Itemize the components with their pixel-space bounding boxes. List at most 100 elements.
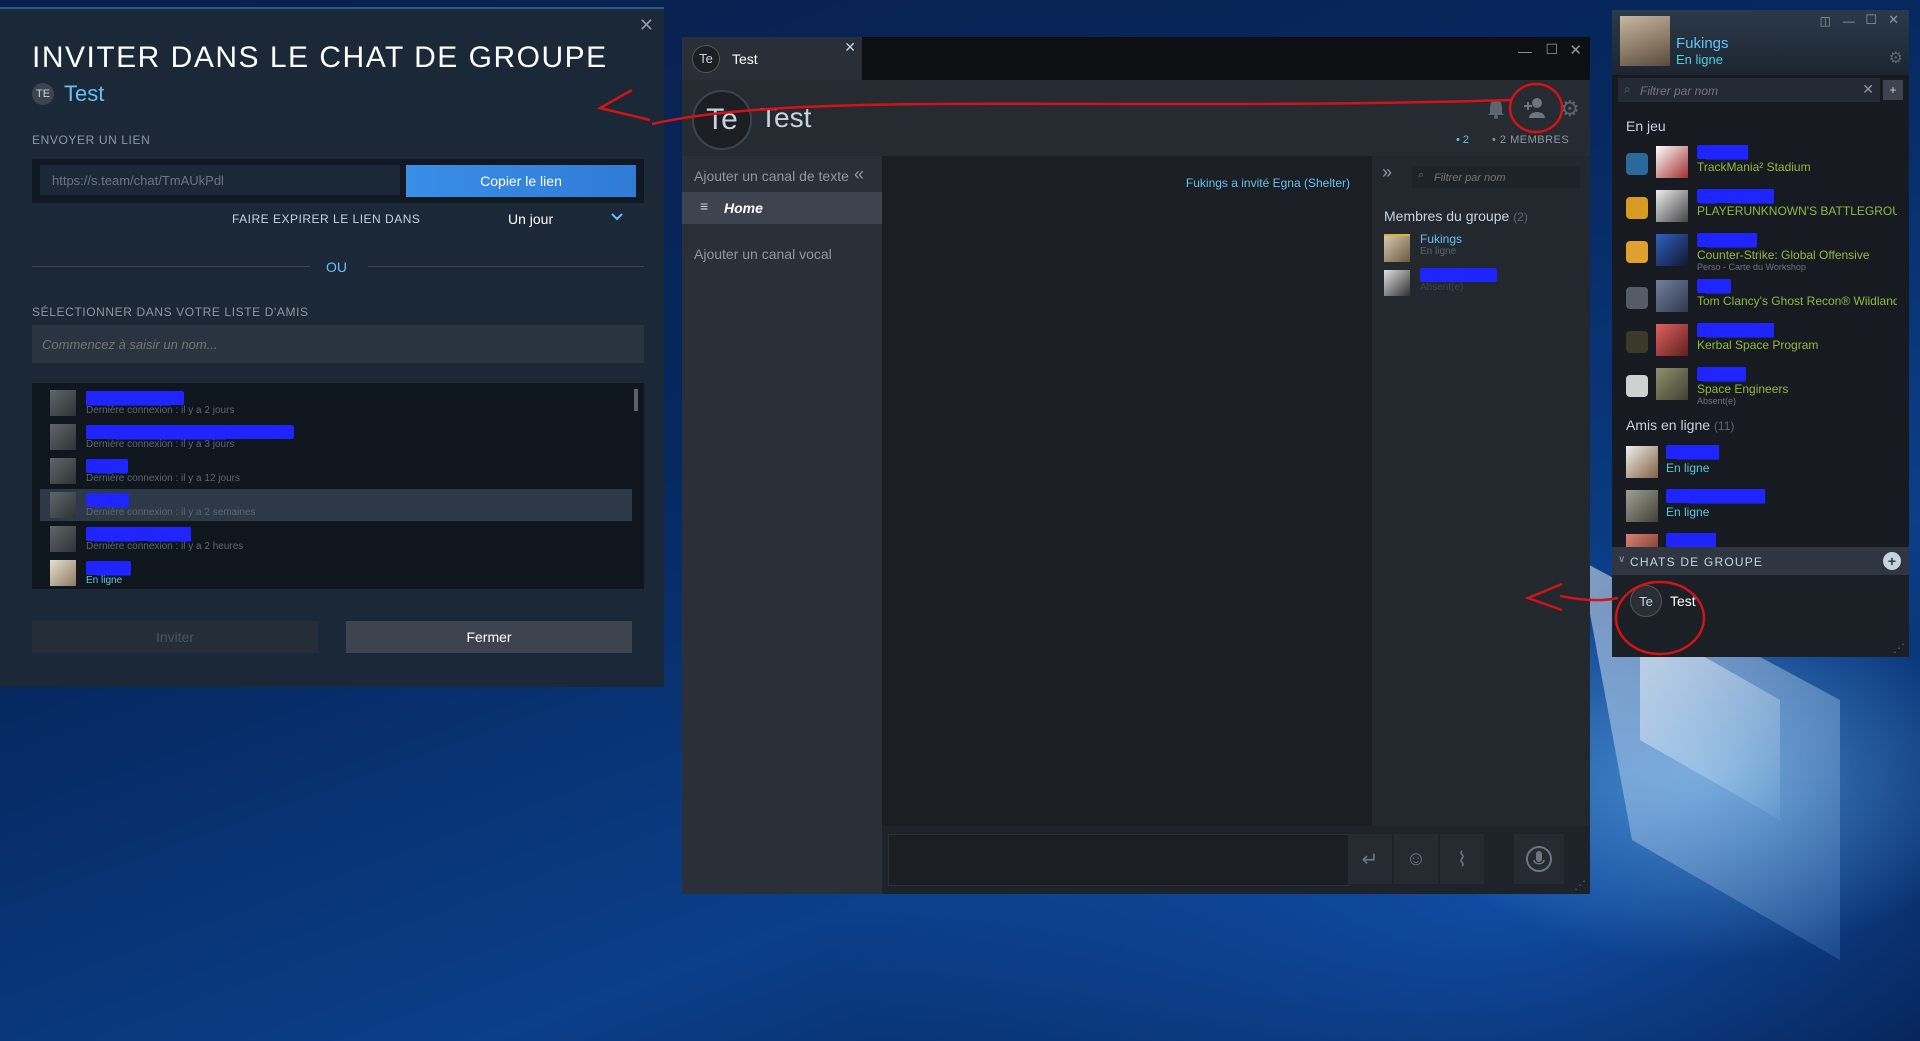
pin-icon[interactable]: ◫ xyxy=(1820,14,1831,28)
add-voice-channel[interactable]: Ajouter un canal vocal xyxy=(694,246,832,262)
send-link-label: ENVOYER UN LIEN xyxy=(32,133,151,147)
member-row[interactable]: Fukings En ligne xyxy=(1384,232,1584,264)
add-friend-icon[interactable]: + xyxy=(1883,80,1903,100)
minimize-icon[interactable]: — xyxy=(1518,43,1532,59)
channel-home-label: Home xyxy=(724,200,763,216)
friend-name: ██████████ne xyxy=(86,390,185,405)
clear-icon[interactable]: ✕ xyxy=(1862,81,1874,98)
online-header: Amis en ligne (11) xyxy=(1626,417,1734,433)
emoticon-icon[interactable]: ☺ xyxy=(1394,834,1438,884)
bell-icon[interactable] xyxy=(1486,98,1506,120)
tab-avatar: Te xyxy=(692,44,720,73)
member-status: Absent(e) xyxy=(1420,282,1464,293)
friend-avatar xyxy=(1656,280,1688,312)
group-name: Test xyxy=(64,81,105,106)
friend-game: Tom Clancy's Ghost Recon® Wildlands xyxy=(1697,294,1897,308)
friend-in-game[interactable]: J█████ Space Engineers Absent(e) xyxy=(1612,364,1909,406)
close-window-icon[interactable]: ✕ xyxy=(1569,41,1582,59)
friend-filter-input[interactable] xyxy=(1638,81,1852,101)
group-name: Test xyxy=(760,102,812,133)
friend-in-game[interactable]: C██████ Counter-Strike: Global Offensive… xyxy=(1612,230,1909,272)
friends-header: Fukings En ligne ◫ — ☐ ✕ ⚙ xyxy=(1612,10,1909,75)
friend-in-game[interactable]: i██ W█████ PLAYERUNKNOWN'S BATTLEGROUNDS xyxy=(1612,186,1909,228)
friend-row[interactable]: Al████ En ligne xyxy=(40,557,632,589)
resize-grip-icon[interactable]: ⋰ xyxy=(1893,641,1905,655)
friend-in-game[interactable]: P███ Tom Clancy's Ghost Recon® Wildlands xyxy=(1612,276,1909,318)
attach-icon[interactable]: ⌇ xyxy=(1440,834,1484,884)
expand-members-icon[interactable]: » xyxy=(1382,162,1392,183)
invite-link-field[interactable] xyxy=(40,165,400,195)
invite-friend-icon[interactable] xyxy=(1522,96,1548,120)
close-icon[interactable]: ✕ xyxy=(1888,12,1899,28)
group-avatar-large: Te xyxy=(692,90,752,150)
resize-grip-icon[interactable]: ⋰ xyxy=(1574,878,1586,892)
add-text-channel[interactable]: Ajouter un canal de texte xyxy=(694,168,849,184)
group-chat-item[interactable]: Te Test xyxy=(1612,581,1909,621)
message-input[interactable] xyxy=(888,834,1350,886)
friend-status: Dernière connexion : il y a 2 jours xyxy=(86,404,235,416)
friend-row[interactable]: ██████████ne Dernière connexion : il y a … xyxy=(40,387,632,419)
scrollbar[interactable] xyxy=(634,389,638,411)
friend-avatar xyxy=(50,458,76,484)
friend-name: P███ xyxy=(1697,279,1731,293)
friend-row[interactable]: A█████ C█████ Dernière connexion : il y a… xyxy=(40,523,632,555)
channel-icon: ≡ xyxy=(700,198,709,214)
maximize-icon[interactable]: ☐ xyxy=(1865,12,1877,28)
close-icon[interactable]: ✕ xyxy=(639,15,654,36)
close-tab-icon[interactable]: ✕ xyxy=(844,39,856,56)
add-group-chat-icon[interactable]: + xyxy=(1883,552,1901,570)
member-status: En ligne xyxy=(1420,246,1457,257)
gear-icon[interactable]: ⚙ xyxy=(1560,96,1580,122)
group-chats-header[interactable]: ∨ CHATS DE GROUPE + xyxy=(1612,547,1909,575)
friend-row-selected[interactable]: C█R██ Dernière connexion : il y a 2 semai… xyxy=(40,489,632,521)
member-row[interactable]: Egna (Shelter) Absent(e) xyxy=(1384,268,1584,300)
friend-game: Counter-Strike: Global Offensive xyxy=(1697,248,1870,262)
friend-online[interactable]: El C█████████ En ligne xyxy=(1612,486,1909,528)
chevron-down-icon xyxy=(609,209,625,225)
friend-row[interactable]: C██T█ Dernière connexion : il y a 12 jour… xyxy=(40,455,632,487)
dialog-title: INVITER DANS LE CHAT DE GROUPE xyxy=(32,41,608,74)
collapse-channels-icon[interactable]: « xyxy=(854,164,864,185)
user-name[interactable]: Fukings xyxy=(1676,35,1729,52)
invite-button[interactable]: Inviter xyxy=(32,621,318,653)
minimize-icon[interactable]: — xyxy=(1843,14,1855,28)
channel-list: Ajouter un canal de texte « ≡ Home Ajout… xyxy=(682,156,882,894)
member-count-value: 2 MEMBRES xyxy=(1499,134,1570,146)
friend-avatar xyxy=(50,526,76,552)
members-header-label: Membres du groupe xyxy=(1384,208,1510,224)
friend-avatar xyxy=(50,390,76,416)
gear-icon[interactable]: ⚙ xyxy=(1889,48,1903,68)
friend-in-game[interactable]: C█████ TrackMania² Stadium xyxy=(1612,142,1909,184)
group-chat-name: Test xyxy=(1670,593,1696,609)
channel-home[interactable]: ≡ Home xyxy=(682,192,882,224)
expire-select[interactable]: Un jour xyxy=(422,205,637,233)
online-count: • 2 xyxy=(1456,134,1470,146)
friend-name: Al████ xyxy=(86,560,131,575)
online-count-value: 2 xyxy=(1462,134,1470,146)
friend-game: Space Engineers xyxy=(1697,382,1789,396)
member-filter-input[interactable] xyxy=(1432,168,1576,188)
voice-icon[interactable] xyxy=(1514,834,1564,884)
friend-row[interactable]: LETT█████████████ CATSE.com Dernière conn… xyxy=(40,421,632,453)
tab-test[interactable]: Te Test ✕ xyxy=(682,37,862,80)
friend-name: C█R██ xyxy=(86,492,129,507)
friend-online[interactable]: Al█████ En ligne xyxy=(1612,442,1909,484)
user-avatar[interactable] xyxy=(1620,16,1670,66)
online-header-label: Amis en ligne xyxy=(1626,417,1711,433)
friend-search-input[interactable] xyxy=(32,325,644,363)
member-avatar xyxy=(1384,270,1410,296)
group-chats-section: ∨ CHATS DE GROUPE + Te Test ⋰ xyxy=(1612,547,1909,657)
close-button[interactable]: Fermer xyxy=(346,621,632,653)
online-header-count: (11) xyxy=(1713,419,1735,433)
friend-name: C██T█ xyxy=(86,458,128,473)
send-icon[interactable]: ↵ xyxy=(1348,834,1392,884)
friend-in-game[interactable]: R████████ Kerbal Space Program xyxy=(1612,320,1909,362)
maximize-icon[interactable]: ☐ xyxy=(1545,41,1558,58)
chat-header: Te Test ⚙ • 2 • 2 MEMBRES xyxy=(682,80,1590,156)
friend-avatar xyxy=(50,492,76,518)
member-filter[interactable]: ⌕ xyxy=(1412,166,1580,188)
composer: ↵ ☺ ⌇ ⋰ xyxy=(882,826,1590,894)
copy-link-button[interactable]: Copier le lien xyxy=(406,165,636,197)
friend-filter[interactable]: ⌕ ✕ xyxy=(1618,78,1880,102)
friend-status: En ligne xyxy=(86,574,123,586)
